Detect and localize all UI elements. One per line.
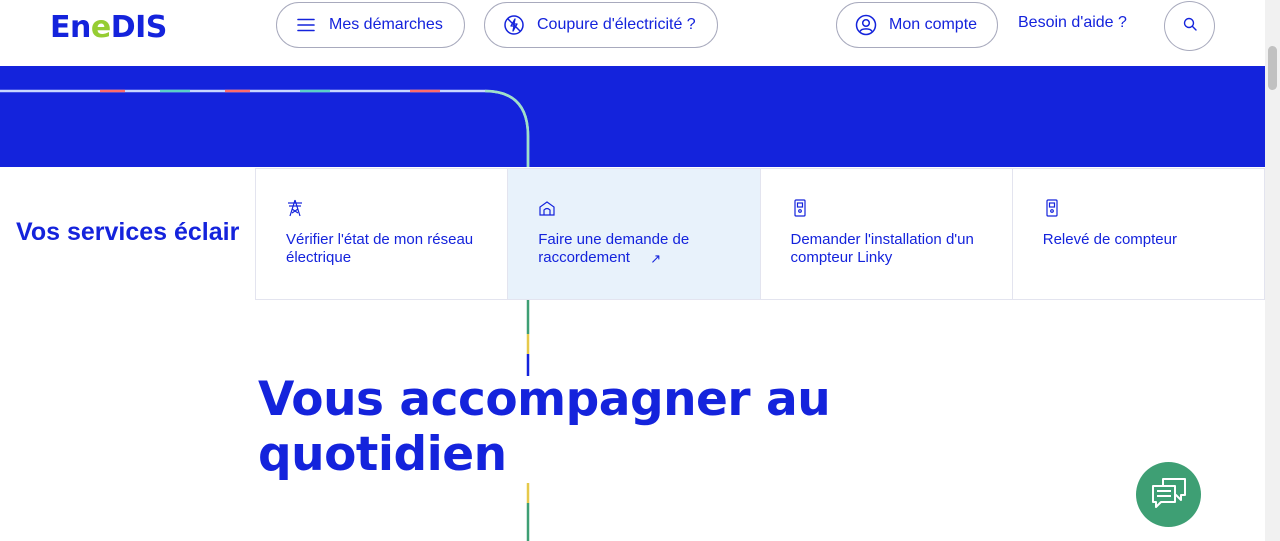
heading-line-2: quotidien	[258, 427, 507, 482]
chat-icon	[1149, 476, 1189, 513]
external-link-icon: ↗	[650, 251, 662, 266]
service-card-label: Demander l'installation d'un compteur Li…	[790, 231, 974, 266]
scrollbar-thumb[interactable]	[1268, 46, 1277, 90]
search-icon	[1183, 17, 1197, 36]
page-heading: Vous accompagner au quotidien	[258, 372, 858, 482]
services-title: Vos services éclair	[16, 218, 240, 246]
heading-line-1: Vous accompagner au	[258, 372, 831, 427]
service-card-raccordement[interactable]: Faire une demande de raccordement ↗	[508, 169, 761, 299]
mes-demarches-button[interactable]: Mes démarches	[276, 2, 465, 48]
logo-text-3: DIS	[110, 10, 168, 45]
service-card-linky[interactable]: Demander l'installation d'un compteur Li…	[760, 169, 1013, 299]
user-icon	[855, 14, 877, 36]
search-button[interactable]	[1164, 1, 1215, 51]
services-cards: Vérifier l'état de mon réseau électrique…	[255, 168, 1265, 300]
service-card-label: Faire une demande de raccordement	[538, 231, 690, 266]
enedis-logo[interactable]: EneDIS	[50, 10, 167, 45]
hero-banner	[0, 66, 1265, 167]
service-card-label: Relevé de compteur	[1042, 231, 1177, 248]
site-header: EneDIS Mes démarches Coupure d'électrici…	[0, 0, 1265, 66]
mes-demarches-label: Mes démarches	[329, 16, 443, 33]
pylon-icon	[286, 199, 304, 217]
service-card-label: Vérifier l'état de mon réseau électrique	[286, 231, 474, 266]
meter-icon	[1043, 199, 1061, 217]
menu-icon	[295, 14, 317, 36]
coupure-electricite-button[interactable]: Coupure d'électricité ?	[484, 2, 718, 48]
service-card-reseau[interactable]: Vérifier l'état de mon réseau électrique	[256, 169, 509, 299]
logo-text-1: En	[50, 10, 91, 45]
coupure-label: Coupure d'électricité ?	[537, 16, 696, 33]
meter-icon	[791, 199, 809, 217]
besoin-aide-link[interactable]: Besoin d'aide ?	[1018, 14, 1127, 32]
power-off-icon	[503, 14, 525, 36]
mon-compte-label: Mon compte	[889, 16, 978, 33]
cable-decoration	[0, 89, 530, 167]
house-icon	[538, 199, 556, 217]
mon-compte-button[interactable]: Mon compte	[836, 2, 998, 48]
logo-text-2: e	[90, 10, 111, 45]
service-card-releve[interactable]: Relevé de compteur	[1012, 169, 1265, 299]
chat-button[interactable]	[1136, 462, 1201, 527]
